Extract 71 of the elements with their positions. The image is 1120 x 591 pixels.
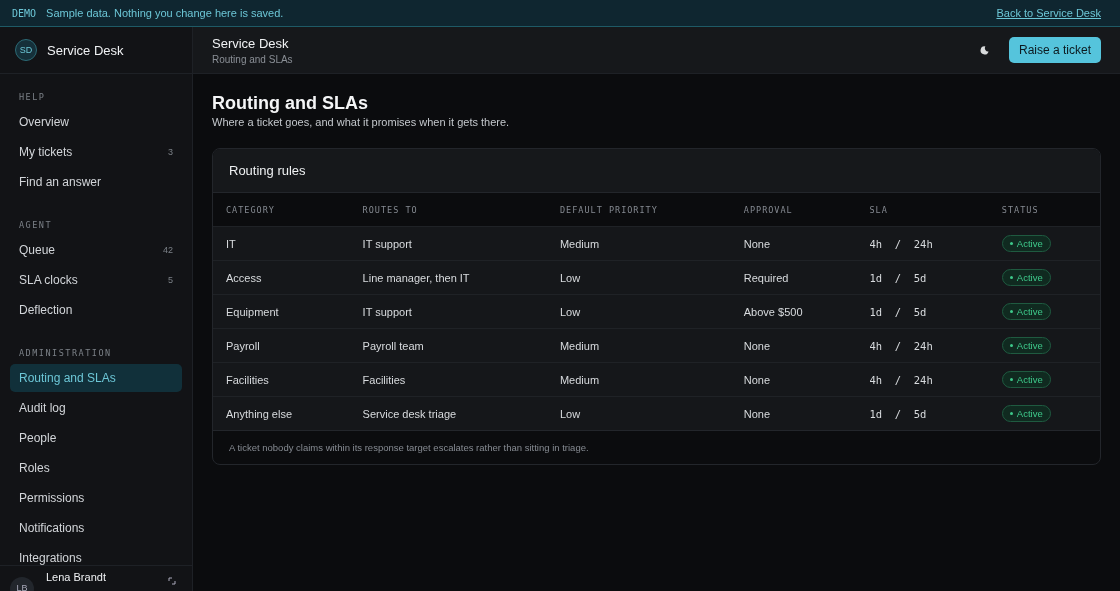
- status-badge: Active: [1001, 337, 1051, 354]
- sidebar-item[interactable]: People: [10, 424, 182, 452]
- back-link[interactable]: Back to Service Desk: [996, 7, 1101, 19]
- expand-icon[interactable]: [168, 577, 176, 585]
- table-cell: Medium: [546, 328, 731, 363]
- section-heading: AGENT: [18, 219, 54, 232]
- table-cell: Line manager, then IT: [349, 260, 547, 295]
- table-cell: Anything else: [213, 396, 350, 430]
- item-count: 42: [163, 245, 173, 255]
- section-heading: ADMINISTRATION: [18, 347, 113, 360]
- table-cell: 1d / 5d: [856, 294, 989, 329]
- sidebar-item[interactable]: Notifications: [10, 514, 182, 542]
- table-cell: IT support: [349, 226, 547, 261]
- table-cell: Equipment: [213, 294, 350, 329]
- table-cell: Payroll team: [349, 328, 547, 363]
- table-cell: Access: [213, 260, 350, 295]
- page-subtitle: Where a ticket goes, and what it promises when it gets there.: [212, 116, 511, 128]
- table-cell: Required: [730, 260, 857, 295]
- sidebar-item[interactable]: Queue 42: [10, 236, 182, 264]
- table-cell: IT: [213, 226, 350, 261]
- table-cell: None: [730, 226, 857, 261]
- table-cell: Low: [546, 294, 731, 329]
- table-cell: Low: [546, 396, 731, 430]
- sidebar-item[interactable]: Permissions: [10, 484, 182, 512]
- card-title: Routing rules: [213, 149, 1100, 193]
- header-subtitle: Routing and SLAs: [212, 53, 294, 65]
- sidebar-item[interactable]: Integrations: [10, 544, 182, 565]
- table-cell: Payroll: [213, 328, 350, 363]
- sidebar-item[interactable]: Deflection: [10, 296, 182, 324]
- table-cell: None: [730, 396, 857, 430]
- status-badge: Active: [1001, 405, 1051, 422]
- card-footnote: A ticket nobody claims within its response target escalates rather than sitting in triage.: [213, 430, 1100, 464]
- brand-avatar: SD: [15, 39, 37, 61]
- status-badge: Active: [1001, 303, 1051, 320]
- table-cell: None: [730, 362, 857, 397]
- sidebar-item[interactable]: Audit log: [10, 394, 182, 422]
- sidebar-item[interactable]: SLA clocks 5: [10, 266, 182, 294]
- table-cell: Above $500: [730, 294, 857, 329]
- raise-ticket-button[interactable]: Raise a ticket: [1008, 37, 1101, 63]
- sidebar-item[interactable]: Overview: [10, 108, 182, 136]
- status-badge: Active: [1001, 269, 1051, 286]
- status-badge: Active: [1001, 235, 1051, 252]
- item-count: 3: [168, 147, 173, 157]
- brand-name: Service Desk: [47, 42, 124, 58]
- item-count: 5: [168, 275, 173, 285]
- table-cell: Medium: [546, 226, 731, 261]
- table-cell: 1d / 5d: [856, 396, 989, 430]
- header-title: Service Desk: [212, 35, 290, 51]
- table-cell: None: [730, 328, 857, 363]
- demo-tag: DEMO: [12, 7, 37, 19]
- table-cell: Low: [546, 260, 731, 295]
- section-heading: HELP: [18, 91, 47, 104]
- sidebar-item[interactable]: Routing and SLAs: [10, 364, 182, 392]
- status-badge: Active: [1001, 371, 1051, 388]
- sidebar-item[interactable]: My tickets 3: [10, 138, 182, 166]
- table-cell: 4h / 24h: [856, 226, 989, 261]
- user-avatar: LB: [10, 577, 34, 591]
- moon-icon[interactable]: [979, 45, 989, 55]
- user-name: Lena Brandt: [46, 571, 107, 583]
- page-title: Routing and SLAs: [212, 93, 369, 114]
- sidebar-item[interactable]: Roles: [10, 454, 182, 482]
- table-cell: IT support: [349, 294, 547, 329]
- table-cell: Facilities: [349, 362, 547, 397]
- table-cell: Service desk triage: [349, 396, 547, 430]
- sidebar-item[interactable]: Find an answer: [10, 168, 182, 196]
- table-cell: 4h / 24h: [856, 328, 989, 363]
- table-cell: Facilities: [213, 362, 350, 397]
- demo-message: Sample data. Nothing you change here is saved.: [46, 7, 285, 19]
- table-cell: 4h / 24h: [856, 362, 989, 397]
- table-cell: 1d / 5d: [856, 260, 989, 295]
- table-cell: Medium: [546, 362, 731, 397]
